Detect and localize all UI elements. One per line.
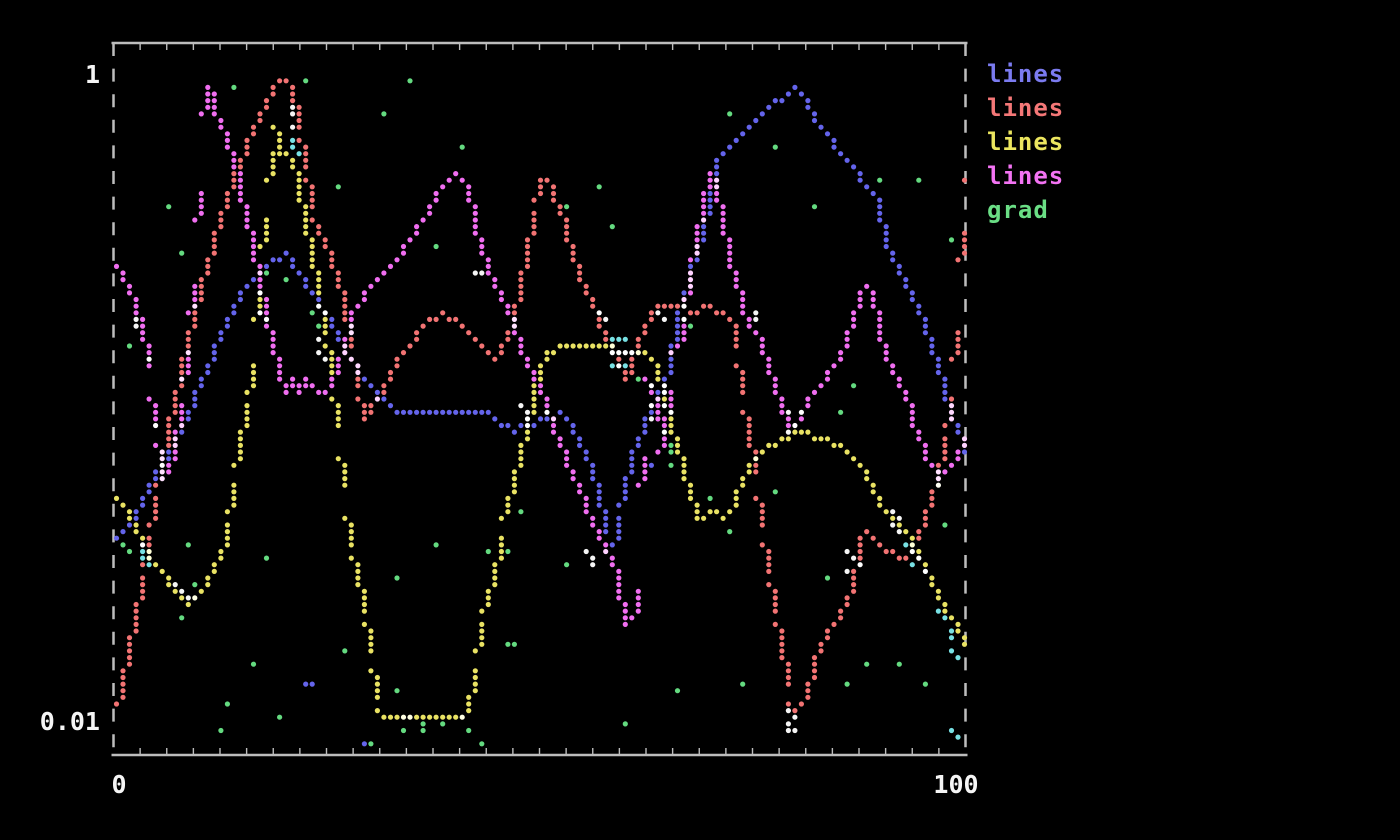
legend-item-grad-4: grad: [987, 198, 1064, 222]
plot-canvas: [0, 0, 1400, 840]
terminal-plot-screen: 1 0.01 0 100 lines lines lines lines grad: [0, 0, 1400, 840]
x-axis-label-left: 0: [96, 770, 142, 800]
plot-dots-layer: [114, 78, 967, 746]
legend-item-lines-0: lines: [987, 62, 1064, 86]
x-axis-label-right: 100: [928, 770, 984, 800]
legend-item-lines-2: lines: [987, 130, 1064, 154]
y-axis-label-top: 1: [28, 60, 100, 90]
legend: lines lines lines lines grad: [987, 62, 1064, 232]
legend-item-lines-3: lines: [987, 164, 1064, 188]
legend-item-lines-1: lines: [987, 96, 1064, 120]
y-axis-label-bottom: 0.01: [28, 707, 100, 737]
